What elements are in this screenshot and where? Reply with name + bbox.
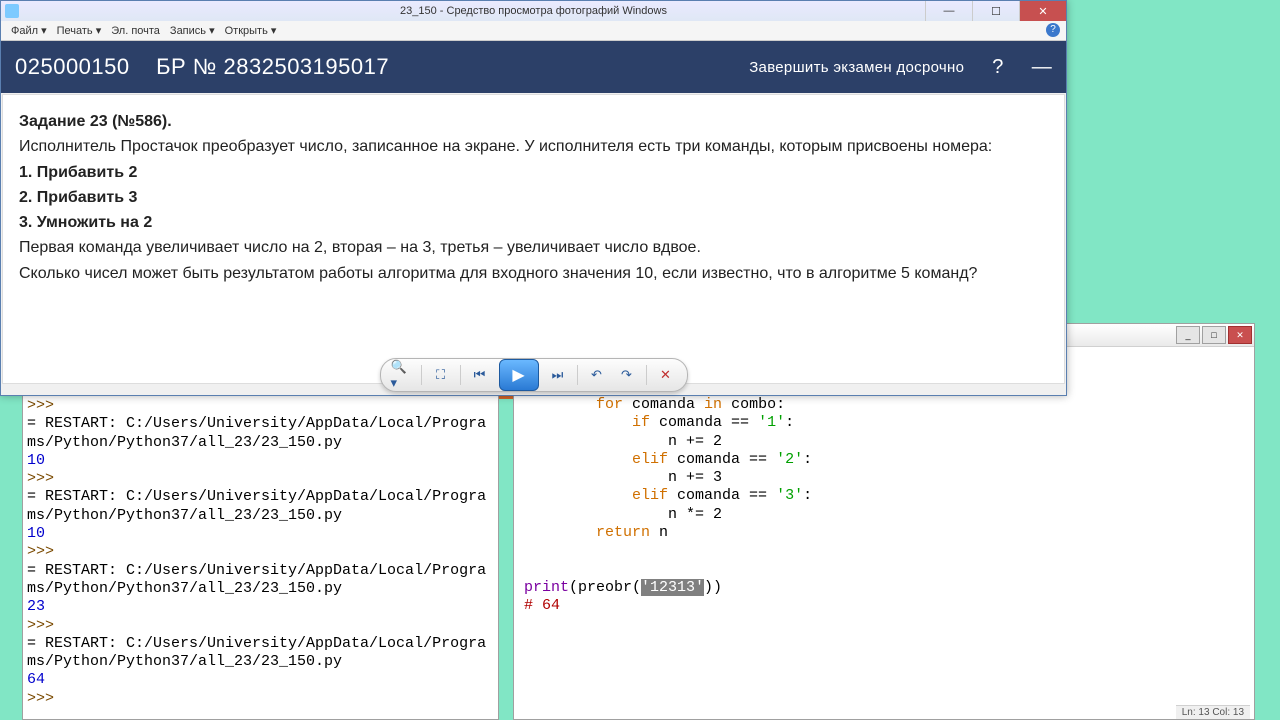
rotate-cw-icon[interactable]: ↷ <box>616 364 638 386</box>
fit-icon[interactable]: ⛶ <box>430 364 452 386</box>
app-icon <box>5 4 19 18</box>
finish-exam-button[interactable]: Завершить экзамен досрочно <box>749 59 964 76</box>
menu-print[interactable]: Печать ▾ <box>53 24 106 37</box>
minimize-button[interactable]: — <box>925 1 972 21</box>
task-desc: Первая команда увеличивает число на 2, в… <box>19 239 701 256</box>
menu-email[interactable]: Эл. почта <box>107 25 164 37</box>
exam-br: БР № 2832503195017 <box>156 54 389 79</box>
idle-code-area[interactable]: for comanda in combo: if comanda == '1':… <box>522 394 1246 699</box>
menu-burn[interactable]: Запись ▾ <box>166 24 219 37</box>
idle-status-bar: Ln: 13 Col: 13 <box>1176 705 1250 719</box>
task-cmd1: 1. Прибавить 2 <box>19 164 137 181</box>
delete-icon[interactable]: ✕ <box>655 364 677 386</box>
task-cmd2: 2. Прибавить 3 <box>19 189 137 206</box>
photo-viewer-toolbar: 🔍▾ ⛶ ⏮ ▶ ⏭ ↶ ↷ ✕ <box>380 358 688 392</box>
shell-output[interactable]: >>> = RESTART: C:/Users/University/AppDa… <box>23 395 498 710</box>
zoom-icon[interactable]: 🔍▾ <box>391 364 413 386</box>
photo-viewer-titlebar[interactable]: 23_150 - Средство просмотра фотографий W… <box>1 1 1066 21</box>
help-question-icon[interactable]: ? <box>992 56 1003 79</box>
slideshow-button[interactable]: ▶ <box>499 359 539 391</box>
python-shell-window: >>> = RESTART: C:/Users/University/AppDa… <box>22 394 499 720</box>
maximize-button[interactable]: ☐ <box>972 1 1019 21</box>
menu-file[interactable]: Файл ▾ <box>7 24 51 37</box>
window-title: 23_150 - Средство просмотра фотографий W… <box>400 5 667 17</box>
help-icon[interactable]: ? <box>1046 23 1060 37</box>
task-intro: Исполнитель Простачок преобразует число,… <box>19 138 992 155</box>
rotate-ccw-icon[interactable]: ↶ <box>586 364 608 386</box>
task-cmd3: 3. Умножить на 2 <box>19 214 152 231</box>
photo-viewer-menu: Файл ▾ Печать ▾ Эл. почта Запись ▾ Откры… <box>1 21 1066 41</box>
photo-viewer-window: 23_150 - Средство просмотра фотографий W… <box>0 0 1067 396</box>
maximize-button[interactable]: □ <box>1202 326 1226 344</box>
prev-icon[interactable]: ⏮ <box>469 364 491 386</box>
task-question: Сколько чисел может быть результатом раб… <box>19 265 977 282</box>
exam-header: 025000150 БР № 2832503195017 Завершить э… <box>1 41 1066 93</box>
next-icon[interactable]: ⏭ <box>547 364 569 386</box>
task-title: Задание 23 (№586). <box>19 113 172 130</box>
collapse-icon[interactable]: — <box>1032 56 1052 79</box>
close-button[interactable]: ✕ <box>1019 1 1066 21</box>
close-button[interactable]: ✕ <box>1228 326 1252 344</box>
task-content: Задание 23 (№586). Исполнитель Простачок… <box>2 94 1065 384</box>
exam-code: 025000150 <box>15 54 130 79</box>
menu-open[interactable]: Открыть ▾ <box>221 24 281 37</box>
minimize-button[interactable]: _ <box>1176 326 1200 344</box>
